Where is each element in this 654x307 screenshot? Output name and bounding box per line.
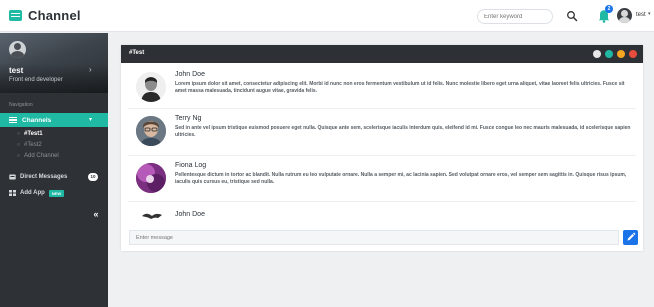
message-item: John Doe Lorem ipsum dolor sit amet, con…: [128, 67, 636, 109]
message-item: John Doe: [128, 204, 636, 226]
window-dot-icon[interactable]: [617, 50, 625, 58]
brand[interactable]: Channel: [9, 8, 81, 23]
message-text: Sed in ante vel ipsum tristique euismod …: [175, 125, 631, 138]
chevron-right-icon[interactable]: ›: [89, 65, 92, 74]
author-name[interactable]: Fiona Log: [175, 162, 206, 169]
sidebar-item-add-app[interactable]: Add App NEW: [9, 188, 65, 198]
navigation-heading: Navigation: [9, 102, 33, 108]
channel-panel: #Test John Doe Lorem ipsum dolor sit ame…: [121, 45, 643, 251]
author-name[interactable]: John Doe: [175, 71, 205, 78]
caret-down-icon[interactable]: ▾: [648, 11, 651, 17]
app-title: Channel: [28, 8, 81, 23]
app-logo-icon: [9, 10, 22, 21]
user-avatar[interactable]: [617, 8, 632, 23]
search-input[interactable]: [477, 9, 553, 24]
chevron-down-icon: ▾: [89, 117, 93, 123]
sidebar-item-direct-messages[interactable]: Direct Messages 10: [9, 172, 99, 182]
profile-name: test: [9, 66, 24, 75]
notification-badge: 2: [605, 5, 613, 13]
channel-title: #Test: [129, 50, 145, 56]
list-icon: [9, 116, 17, 124]
sidebar-item-label: Direct Messages: [20, 174, 68, 180]
message-input[interactable]: [129, 230, 619, 245]
bullet-icon: ○: [17, 131, 21, 137]
bullet-icon: ○: [17, 153, 21, 159]
search-icon[interactable]: [566, 10, 578, 22]
panel-header: #Test: [121, 45, 643, 63]
author-avatar[interactable]: [136, 116, 166, 146]
bullet-icon: ○: [17, 142, 21, 148]
sidebar: test Front end developer › Navigation Ch…: [0, 33, 108, 307]
window-dot-icon[interactable]: [605, 50, 613, 58]
sidebar-channel-test1[interactable]: ○ #Test1: [17, 131, 43, 137]
author-avatar[interactable]: [136, 163, 166, 193]
message-text: Lorem ipsum dolor sit amet, consectetur …: [175, 81, 625, 94]
author-avatar[interactable]: [136, 206, 166, 224]
message-item: Terry Ng Sed in ante vel ipsum tristique…: [128, 111, 636, 156]
window-dot-icon[interactable]: [629, 50, 637, 58]
author-name[interactable]: Terry Ng: [175, 115, 201, 122]
sidebar-item-channels[interactable]: Channels ▾: [0, 113, 108, 127]
collapse-sidebar-icon[interactable]: «: [90, 208, 102, 220]
sidebar-item-label: Add App: [20, 190, 45, 196]
grid-icon: [9, 190, 16, 196]
user-name[interactable]: test: [636, 12, 646, 18]
message-text: Pellentesque dictum in tortor ac blandit…: [175, 172, 627, 185]
channel-label: #Test2: [24, 142, 42, 148]
send-button[interactable]: [623, 230, 638, 245]
count-badge: 10: [88, 173, 98, 181]
inbox-icon: [9, 174, 16, 180]
sidebar-add-channel[interactable]: ○ Add Channel: [17, 153, 59, 159]
message-item: Fiona Log Pellentesque dictum in tortor …: [128, 158, 636, 202]
sidebar-item-label: Channels: [22, 116, 52, 124]
author-name[interactable]: John Doe: [175, 211, 205, 218]
sidebar-channel-test2[interactable]: ○ #Test2: [17, 142, 42, 148]
author-avatar[interactable]: [136, 72, 166, 102]
channel-label: Add Channel: [24, 153, 59, 159]
pencil-icon: [627, 232, 636, 241]
window-dot-icon[interactable]: [593, 50, 601, 58]
new-badge: NEW: [48, 189, 65, 197]
profile-card: test Front end developer ›: [0, 33, 108, 93]
top-bar: Channel: [0, 0, 654, 32]
profile-avatar: [9, 41, 26, 58]
profile-role: Front end developer: [9, 77, 63, 83]
channel-label: #Test1: [24, 131, 43, 137]
